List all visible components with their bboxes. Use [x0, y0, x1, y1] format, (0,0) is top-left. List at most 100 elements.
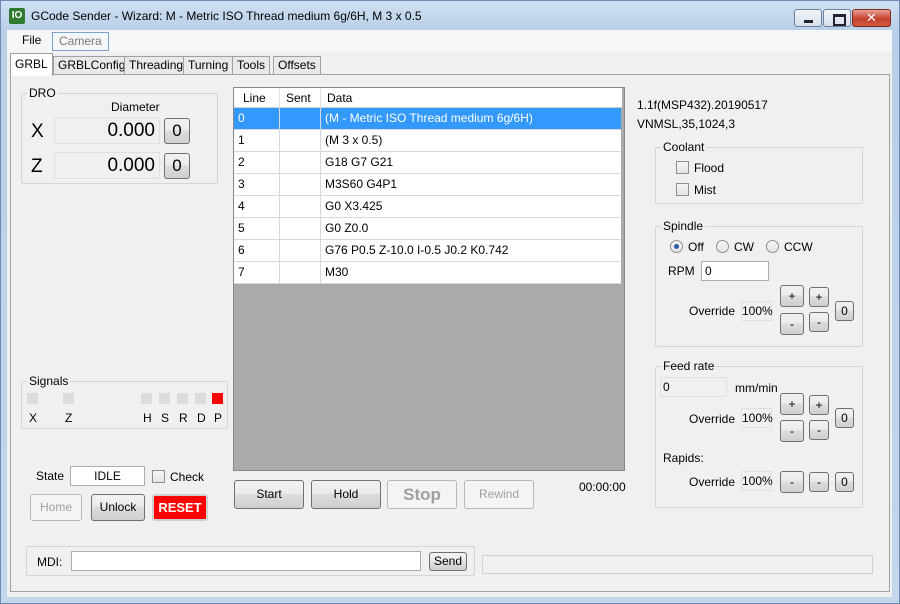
tab-grbl[interactable]: GRBL	[10, 53, 53, 76]
mist-checkbox[interactable]	[676, 183, 689, 196]
spindle-coarse-plus-button[interactable]: +	[780, 285, 804, 307]
check-mode-label: Check	[170, 470, 205, 484]
spindle-override-value: 100%	[741, 301, 773, 321]
signal-r-label: R	[179, 411, 188, 425]
feed-override-reset-button[interactable]: 0	[835, 408, 854, 428]
close-button[interactable]: ✕	[852, 9, 891, 27]
cell-line: 2	[234, 152, 280, 173]
spindle-fine-minus-button[interactable]: -	[809, 312, 829, 332]
table-row[interactable]: 3 M3S60 G4P1	[234, 174, 621, 196]
spindle-fine-plus-button[interactable]: +	[809, 287, 829, 307]
reset-button[interactable]: RESET	[152, 494, 208, 521]
state-label: State	[36, 469, 65, 483]
spindle-ccw-label: CCW	[784, 240, 813, 254]
dro-z-label: Z	[31, 156, 43, 177]
grbl-options: VNMSL,35,1024,3	[637, 117, 736, 131]
cell-data: (M 3 x 0.5)	[325, 133, 383, 147]
spindle-group	[655, 226, 863, 347]
state-value: IDLE	[70, 466, 145, 486]
cell-sent	[280, 240, 321, 261]
table-row[interactable]: 7 M30	[234, 262, 621, 284]
tab-tools[interactable]: Tools	[232, 56, 271, 75]
status-bar	[482, 555, 873, 574]
cell-sent	[280, 108, 321, 129]
spindle-title: Spindle	[661, 219, 706, 233]
signal-d-label: D	[197, 411, 206, 425]
table-row[interactable]: 2 G18 G7 G21	[234, 152, 621, 174]
rapids-override-reset-button[interactable]: 0	[835, 472, 854, 492]
home-button[interactable]: Home	[30, 494, 82, 521]
rapids-label: Rapids:	[663, 451, 704, 465]
dro-x-value: 0.000	[54, 117, 160, 144]
elapsed-time: 00:00:00	[579, 480, 626, 494]
menu-bar	[7, 30, 892, 52]
feed-coarse-plus-button[interactable]: +	[780, 393, 804, 415]
coolant-title: Coolant	[661, 140, 707, 154]
tab-offsets[interactable]: Offsets	[273, 56, 321, 75]
spindle-off-radio[interactable]	[670, 240, 683, 253]
tab-grblconfig[interactable]: GRBLConfig	[53, 56, 131, 75]
app-icon: IO	[9, 8, 25, 24]
cell-sent	[280, 152, 321, 173]
rapids-override-value: 100%	[741, 471, 773, 491]
cell-sent	[280, 130, 321, 151]
spindle-override-reset-button[interactable]: 0	[835, 301, 854, 321]
feed-fine-minus-button[interactable]: -	[809, 420, 829, 440]
signal-x-label: X	[29, 411, 38, 425]
spindle-coarse-minus-button[interactable]: -	[780, 313, 804, 335]
rpm-label: RPM	[668, 264, 695, 278]
spindle-ccw-radio[interactable]	[766, 240, 779, 253]
rapids-coarse-minus-button[interactable]: -	[780, 471, 804, 493]
mist-label: Mist	[694, 183, 716, 197]
feedrate-value: 0	[660, 377, 727, 397]
cell-data: G18 G7 G21	[325, 155, 394, 169]
rpm-input[interactable]: 0	[701, 261, 769, 281]
stop-button[interactable]: Stop	[387, 480, 457, 509]
tab-threading[interactable]: Threading	[124, 56, 189, 75]
table-row[interactable]: 4 G0 X3.425	[234, 196, 621, 218]
signal-x-indicator	[27, 393, 38, 404]
column-sent[interactable]: Sent	[280, 88, 321, 108]
cell-data: G0 Z0.0	[325, 221, 369, 235]
rewind-button[interactable]: Rewind	[464, 480, 534, 509]
cell-sent	[280, 196, 321, 217]
cell-data: M30	[325, 265, 349, 279]
cell-line: 5	[234, 218, 280, 239]
mdi-input[interactable]	[71, 551, 421, 571]
cell-data: G76 P0.5 Z-10.0 I-0.5 J0.2 K0.742	[325, 243, 509, 257]
signal-r-indicator	[177, 393, 188, 404]
cell-line: 7	[234, 262, 280, 283]
signals-title: Signals	[27, 374, 71, 388]
signal-s-indicator	[159, 393, 170, 404]
cell-sent	[280, 174, 321, 195]
mdi-send-button[interactable]: Send	[429, 552, 467, 571]
spindle-cw-radio[interactable]	[716, 240, 729, 253]
feed-coarse-minus-button[interactable]: -	[780, 420, 804, 442]
signal-d-indicator	[195, 393, 206, 404]
start-button[interactable]: Start	[234, 480, 304, 509]
signal-h-indicator	[141, 393, 152, 404]
title-bar[interactable]: IO GCode Sender - Wizard: M - Metric ISO…	[0, 0, 898, 30]
menu-file[interactable]: File	[16, 32, 47, 51]
hold-button[interactable]: Hold	[311, 480, 381, 509]
flood-checkbox[interactable]	[676, 161, 689, 174]
cell-line: 3	[234, 174, 280, 195]
window-title: GCode Sender - Wizard: M - Metric ISO Th…	[31, 9, 422, 23]
table-row[interactable]: 1 (M 3 x 0.5)	[234, 130, 621, 152]
table-row[interactable]: 5 G0 Z0.0	[234, 218, 621, 240]
feed-fine-plus-button[interactable]: +	[809, 395, 829, 415]
minimize-button[interactable]	[794, 9, 822, 27]
zero-x-button[interactable]: 0	[164, 118, 190, 144]
tab-turning[interactable]: Turning	[183, 56, 234, 75]
menu-camera[interactable]: Camera	[52, 32, 109, 51]
column-data[interactable]: Data	[321, 88, 622, 108]
table-row[interactable]: 6 G76 P0.5 Z-10.0 I-0.5 J0.2 K0.742	[234, 240, 621, 262]
signal-p-label: P	[214, 411, 223, 425]
column-line[interactable]: Line	[234, 88, 280, 108]
unlock-button[interactable]: Unlock	[91, 494, 145, 521]
check-mode-checkbox[interactable]	[152, 470, 165, 483]
table-row[interactable]: 0 (M - Metric ISO Thread medium 6g/6H)	[234, 108, 621, 130]
zero-z-button[interactable]: 0	[164, 153, 190, 179]
maximize-button[interactable]	[823, 9, 851, 27]
rapids-fine-minus-button[interactable]: -	[809, 472, 829, 492]
